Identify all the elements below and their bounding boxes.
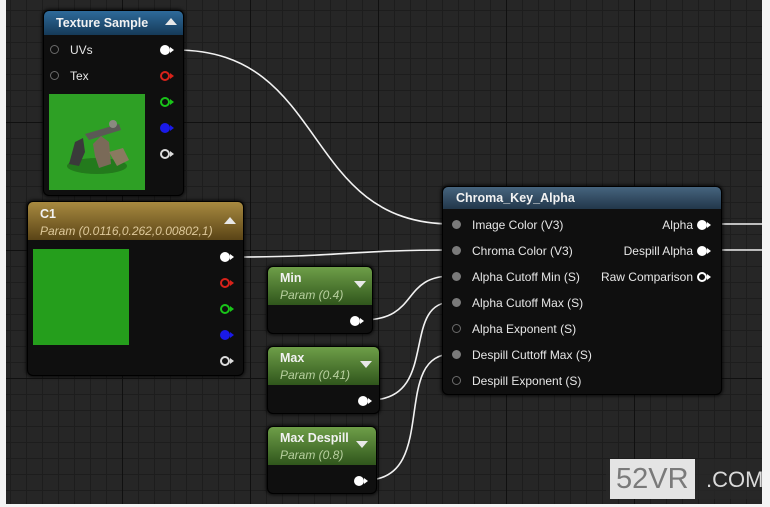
input-pin-icon[interactable] bbox=[452, 220, 461, 229]
pin-label: Tex bbox=[70, 69, 89, 83]
c1-param-value: Param (0.0116,0.262,0.00802,1) bbox=[40, 224, 213, 238]
chroma-input-row[interactable]: Despill Cuttoff Max (S) bbox=[452, 345, 592, 365]
chroma-key-header[interactable]: Chroma_Key_Alpha bbox=[443, 187, 721, 209]
chroma-output-row[interactable]: Alpha bbox=[662, 215, 717, 235]
max-despill-param-value: Param (0.8) bbox=[280, 448, 344, 462]
output-pin-icon[interactable] bbox=[160, 70, 176, 82]
texture-sample-header[interactable]: Texture Sample bbox=[44, 11, 183, 35]
max-header[interactable]: Max Param (0.41) bbox=[268, 347, 379, 385]
output-pin-icon[interactable] bbox=[358, 395, 374, 407]
wire-c1-to-chroma-color bbox=[232, 249, 453, 258]
chroma-output-row[interactable]: Raw Comparison bbox=[601, 267, 717, 287]
pin-label: Alpha Cutoff Min (S) bbox=[472, 270, 580, 284]
c1-header[interactable]: C1 Param (0.0116,0.262,0.00802,1) bbox=[28, 202, 243, 240]
output-pin-icon[interactable] bbox=[160, 96, 176, 108]
collapse-arrow-icon[interactable] bbox=[360, 361, 372, 368]
collapse-arrow-icon[interactable] bbox=[356, 441, 368, 448]
texture-preview-figure bbox=[49, 94, 145, 190]
chroma-key-title: Chroma_Key_Alpha bbox=[456, 191, 575, 205]
c1-vector-param-node[interactable]: C1 Param (0.0116,0.262,0.00802,1) bbox=[27, 201, 244, 376]
max-despill-scalar-param-node[interactable]: Max Despill Param (0.8) bbox=[267, 426, 377, 494]
output-pin-icon[interactable] bbox=[354, 475, 370, 487]
output-pin-icon[interactable] bbox=[220, 355, 236, 367]
input-pin-icon[interactable] bbox=[452, 298, 461, 307]
wire-max-to-alpha-cutoff-max bbox=[369, 301, 453, 401]
output-pin-icon[interactable] bbox=[160, 148, 176, 160]
pin-label: UVs bbox=[70, 43, 93, 57]
pin-label: Despill Exponent (S) bbox=[472, 374, 582, 388]
output-pin-icon[interactable] bbox=[697, 219, 713, 231]
max-scalar-param-node[interactable]: Max Param (0.41) bbox=[267, 346, 380, 414]
texture-sample-title: Texture Sample bbox=[56, 16, 149, 30]
output-pin-icon[interactable] bbox=[697, 245, 713, 257]
collapse-arrow-icon[interactable] bbox=[354, 281, 366, 288]
output-pin-icon[interactable] bbox=[220, 303, 236, 315]
chroma-output-row[interactable]: Despill Alpha bbox=[624, 241, 717, 261]
chroma-input-row[interactable]: Alpha Cutoff Min (S) bbox=[452, 267, 580, 287]
output-pin-icon[interactable] bbox=[160, 44, 176, 56]
chroma-input-row[interactable]: Alpha Exponent (S) bbox=[452, 319, 576, 339]
chroma-input-row[interactable]: Image Color (V3) bbox=[452, 215, 563, 235]
input-pin-icon[interactable] bbox=[452, 246, 461, 255]
frame-left-edge bbox=[0, 0, 6, 507]
max-title: Max bbox=[280, 351, 305, 365]
pin-label: Despill Cuttoff Max (S) bbox=[472, 348, 592, 362]
texture-input-tex[interactable]: Tex bbox=[50, 66, 89, 86]
output-pin-icon[interactable] bbox=[160, 122, 176, 134]
pin-label: Despill Alpha bbox=[623, 244, 693, 258]
input-pin-icon[interactable] bbox=[452, 272, 461, 281]
min-param-value: Param (0.4) bbox=[280, 288, 344, 302]
wire-uvs-to-image-color bbox=[175, 49, 453, 225]
c1-title: C1 bbox=[40, 207, 56, 221]
input-pin-icon[interactable] bbox=[452, 376, 461, 385]
frame-right-edge bbox=[762, 0, 770, 507]
pin-label: Alpha Exponent (S) bbox=[472, 322, 577, 336]
output-pin-icon[interactable] bbox=[220, 277, 236, 289]
chroma-input-row[interactable]: Despill Exponent (S) bbox=[452, 371, 581, 391]
watermark: 52VR .COM bbox=[606, 459, 768, 499]
c1-color-swatch bbox=[33, 249, 129, 345]
chroma-input-row[interactable]: Alpha Cutoff Max (S) bbox=[452, 293, 583, 313]
output-pin-icon[interactable] bbox=[220, 329, 236, 341]
chroma-input-row[interactable]: Chroma Color (V3) bbox=[452, 241, 573, 261]
texture-preview-image bbox=[49, 94, 145, 190]
collapse-arrow-icon[interactable] bbox=[224, 217, 236, 224]
input-pin-icon[interactable] bbox=[452, 350, 461, 359]
max-despill-title: Max Despill bbox=[280, 431, 349, 445]
min-header[interactable]: Min Param (0.4) bbox=[268, 267, 372, 305]
input-pin-icon[interactable] bbox=[452, 324, 461, 333]
max-despill-header[interactable]: Max Despill Param (0.8) bbox=[268, 427, 376, 465]
pin-label: Alpha Cutoff Max (S) bbox=[472, 296, 584, 310]
watermark-main: 52VR bbox=[610, 459, 695, 499]
output-pin-icon[interactable] bbox=[697, 271, 713, 283]
wire-min-to-alpha-cutoff-min bbox=[361, 275, 453, 321]
min-scalar-param-node[interactable]: Min Param (0.4) bbox=[267, 266, 373, 334]
input-pin-icon[interactable] bbox=[50, 71, 59, 80]
chroma-key-alpha-node[interactable]: Chroma_Key_Alpha Image Color (V3) Chroma … bbox=[442, 186, 722, 395]
input-pin-icon[interactable] bbox=[50, 45, 59, 54]
pin-label: Raw Comparison bbox=[600, 270, 693, 284]
output-pin-icon[interactable] bbox=[220, 251, 236, 263]
pin-label: Alpha bbox=[662, 218, 693, 232]
pin-label: Chroma Color (V3) bbox=[472, 244, 573, 258]
collapse-arrow-icon[interactable] bbox=[165, 18, 177, 25]
output-pin-icon[interactable] bbox=[350, 315, 366, 327]
texture-input-uvs[interactable]: UVs bbox=[50, 40, 93, 60]
min-title: Min bbox=[280, 271, 302, 285]
watermark-suffix: .COM bbox=[706, 467, 764, 492]
pin-label: Image Color (V3) bbox=[472, 218, 564, 232]
max-param-value: Param (0.41) bbox=[280, 368, 351, 382]
